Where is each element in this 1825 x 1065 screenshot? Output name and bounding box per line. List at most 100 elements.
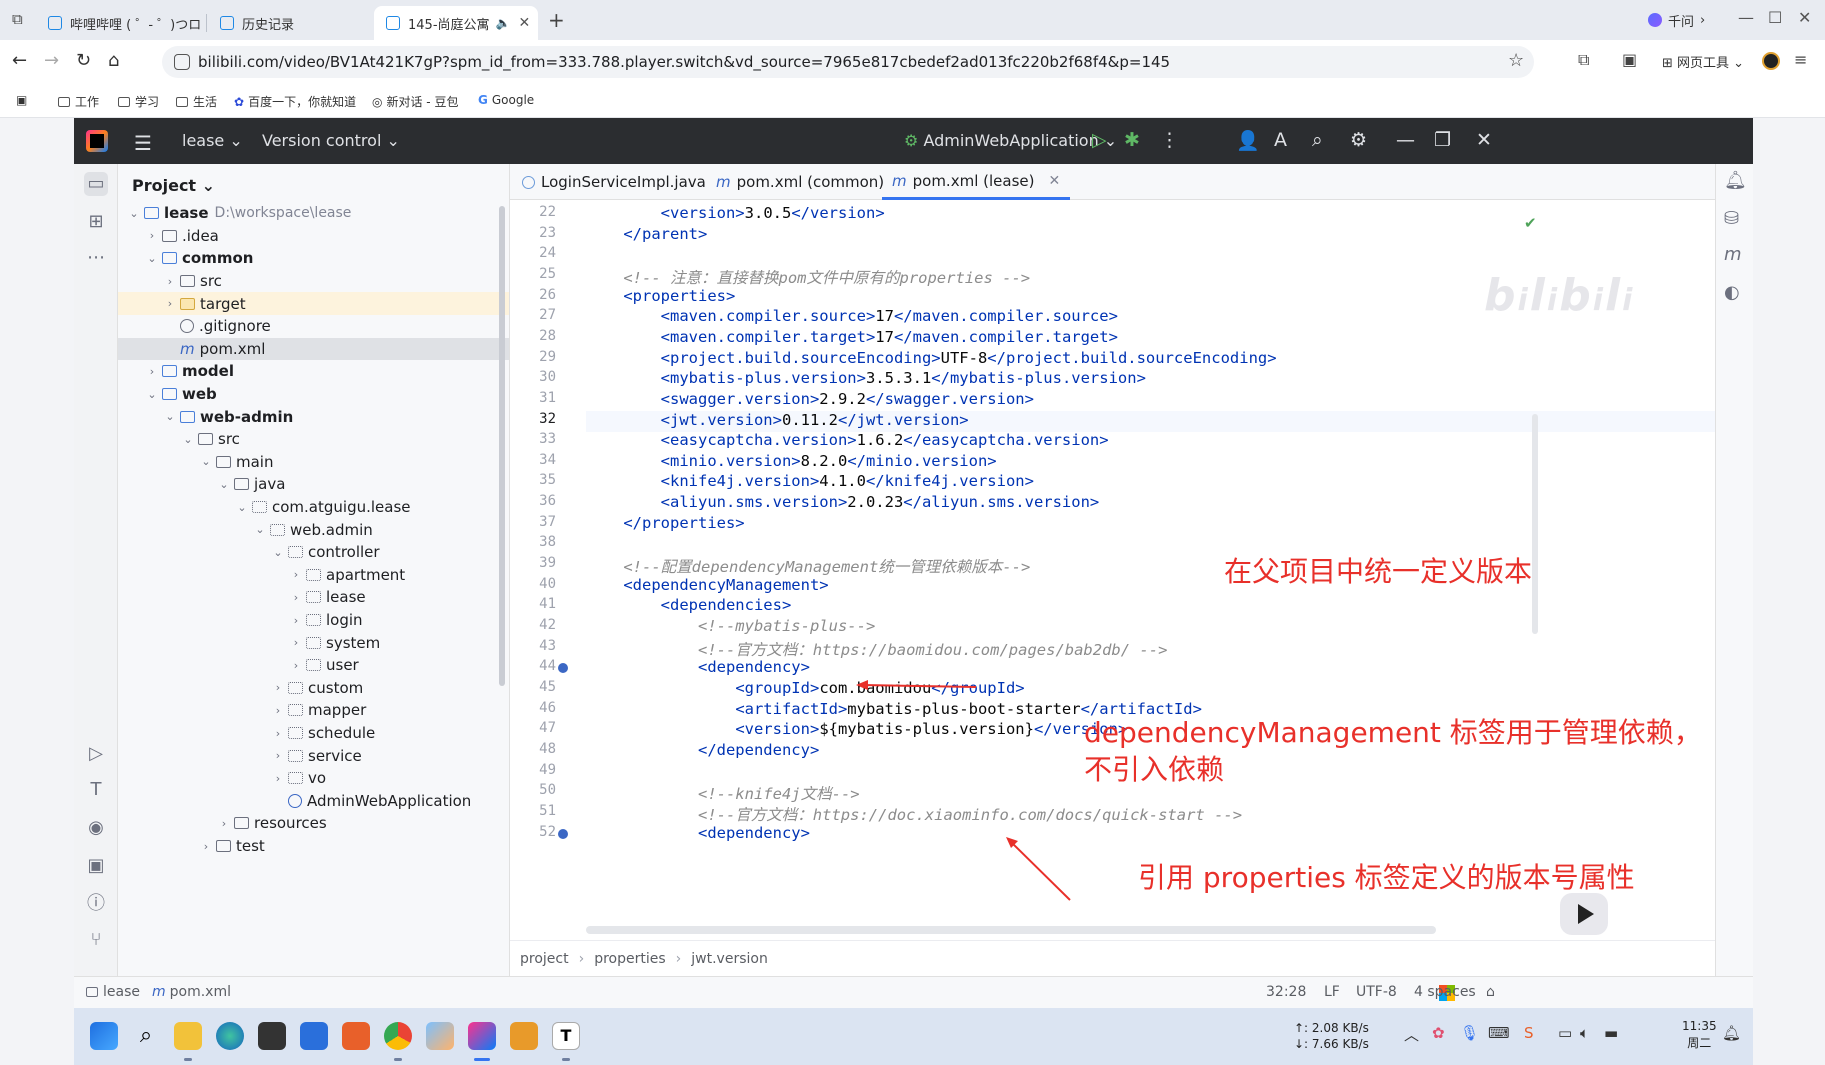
back-arrow-icon[interactable]: ←: [12, 50, 27, 71]
tree-item[interactable]: › model: [118, 360, 509, 383]
maximize-icon[interactable]: ☐: [1768, 8, 1782, 27]
git-tool-icon[interactable]: ⑂: [84, 928, 108, 952]
chevron-right-icon[interactable]: ›: [270, 772, 286, 785]
chevron-down-icon[interactable]: ⌄: [234, 501, 250, 514]
run-icon[interactable]: ▷: [1092, 129, 1107, 151]
code-line[interactable]: <!--mybatis-plus-->: [586, 617, 875, 638]
problems-tool-icon[interactable]: ⓘ: [84, 892, 108, 916]
ubuntu-app-icon[interactable]: [342, 1022, 370, 1050]
url-input[interactable]: bilibili.com/video/BV1At421K7gP?spm_id_f…: [162, 46, 1534, 78]
chevron-down-icon[interactable]: ⌄: [198, 455, 214, 468]
tree-item[interactable]: › mapper: [118, 699, 509, 722]
store-icon[interactable]: [300, 1022, 328, 1050]
tree-item[interactable]: ⌄ web-admin: [118, 405, 509, 428]
taskbar-search-icon[interactable]: ⌕: [132, 1022, 160, 1050]
vcs-menu[interactable]: Version control ⌄: [262, 131, 400, 150]
intellij-taskbar-icon[interactable]: [468, 1022, 496, 1050]
code-line[interactable]: <easycaptcha.version>1.6.2</easycaptcha.…: [586, 431, 1109, 452]
chevron-right-icon[interactable]: ›: [270, 704, 286, 717]
code-line[interactable]: </dependency>: [586, 741, 819, 762]
chevron-down-icon[interactable]: ⌄: [144, 252, 160, 265]
code-with-me-icon[interactable]: 👤: [1236, 129, 1260, 152]
tree-item[interactable]: ⌄ main: [118, 451, 509, 474]
breadcrumb-item[interactable]: project: [520, 951, 569, 967]
settings-gear-icon[interactable]: ⚙: [1350, 129, 1367, 151]
chevron-right-icon[interactable]: ›: [288, 659, 304, 672]
code-line[interactable]: <swagger.version>2.9.2</swagger.version>: [586, 390, 1034, 411]
code-line[interactable]: <knife4j.version>4.1.0</knife4j.version>: [586, 472, 1034, 493]
profile-avatar[interactable]: [1762, 52, 1780, 70]
chevron-down-icon[interactable]: ⌄: [180, 433, 196, 446]
code-line[interactable]: <version>3.0.5</version>: [586, 204, 885, 225]
tray-app-s-icon[interactable]: S: [1524, 1024, 1534, 1042]
forward-arrow-icon[interactable]: →: [44, 50, 59, 71]
project-scrollbar[interactable]: [499, 206, 505, 686]
start-icon[interactable]: [90, 1022, 118, 1050]
browser-menu-icon[interactable]: ≡: [1794, 50, 1807, 69]
chevron-right-icon[interactable]: ›: [270, 749, 286, 762]
tree-item[interactable]: › system: [118, 631, 509, 654]
code-line[interactable]: <aliyun.sms.version>2.0.23</aliyun.sms.v…: [586, 493, 1100, 514]
minimize-icon[interactable]: —: [1738, 8, 1754, 27]
tree-item[interactable]: .gitignore: [118, 315, 509, 338]
bookmark-google[interactable]: G Google: [478, 93, 534, 107]
browser-tab-video[interactable]: 145-尚庭公寓 🔈 ✕: [374, 6, 538, 40]
main-menu-icon[interactable]: ☰: [134, 131, 152, 155]
more-tools-icon[interactable]: ⋯: [84, 246, 108, 270]
build-tool-icon[interactable]: T: [84, 778, 108, 802]
qianwen-button[interactable]: 千问 ›: [1640, 9, 1713, 31]
code-line[interactable]: <project.build.sourceEncoding>UTF-8</pro…: [586, 349, 1277, 370]
bookmark-baidu[interactable]: ✿ 百度一下，你就知道: [234, 93, 356, 110]
no-problems-check-icon[interactable]: ✔: [1524, 214, 1537, 232]
code-line[interactable]: <dependencyManagement>: [586, 576, 828, 597]
web-tools-menu[interactable]: ⊞ 网页工具 ⌄: [1662, 52, 1744, 71]
extensions-icon[interactable]: ⧉: [1578, 50, 1589, 70]
maven-tool-icon[interactable]: m: [1724, 244, 1742, 265]
chevron-right-icon[interactable]: ›: [288, 636, 304, 649]
notification-bell-icon[interactable]: 🔔︎: [1722, 1024, 1741, 1042]
tree-item[interactable]: ⌄ com.atguigu.lease: [118, 496, 509, 519]
speaker-icon[interactable]: 🔈: [496, 16, 511, 30]
tray-overflow-icon[interactable]: ︿: [1404, 1024, 1419, 1045]
ide-close-icon[interactable]: ✕: [1476, 129, 1492, 151]
breadcrumb-item[interactable]: properties: [594, 951, 665, 967]
file-encoding[interactable]: UTF-8: [1356, 984, 1397, 1000]
code-line[interactable]: <!-- 注意：直接替换pom文件中原有的properties -->: [586, 266, 1030, 287]
tree-item[interactable]: ⌄ web.admin: [118, 518, 509, 541]
code-line[interactable]: </properties>: [586, 514, 744, 535]
microphone-icon[interactable]: 🎙︎: [1460, 1024, 1479, 1042]
reload-icon[interactable]: ↻: [76, 50, 91, 71]
code-line[interactable]: </parent>: [586, 225, 707, 246]
chevron-down-icon[interactable]: ⌄: [252, 523, 268, 536]
code-line[interactable]: <maven.compiler.target>17</maven.compile…: [586, 328, 1118, 349]
code-line[interactable]: <maven.compiler.source>17</maven.compile…: [586, 307, 1118, 328]
tab-search-icon[interactable]: ⧉: [12, 10, 23, 28]
chevron-right-icon[interactable]: ›: [288, 614, 304, 627]
editor-tab-pom-common[interactable]: m pom.xml (common): [716, 164, 884, 200]
chevron-right-icon[interactable]: ›: [288, 568, 304, 581]
code-line[interactable]: <dependencies>: [586, 596, 792, 617]
tree-item[interactable]: › test: [118, 835, 509, 858]
site-info-icon[interactable]: [174, 54, 190, 70]
code-line[interactable]: <!--配置dependencyManagement统一管理依赖版本-->: [586, 555, 1030, 576]
taskbar-clock[interactable]: 11:35 周二: [1682, 1018, 1717, 1052]
gutter-marker-icon[interactable]: [558, 828, 568, 839]
tree-item[interactable]: › apartment: [118, 564, 509, 587]
status-path[interactable]: lease m pom.xml: [86, 984, 231, 1000]
chevron-down-icon[interactable]: ⌄: [270, 546, 286, 559]
editor-vertical-scrollbar[interactable]: [1532, 414, 1538, 634]
run-tool-icon[interactable]: ▷: [84, 742, 108, 766]
new-tab-button[interactable]: +: [548, 8, 565, 32]
breadcrumb-item[interactable]: jwt.version: [691, 951, 768, 967]
tree-item[interactable]: ⌄ common: [118, 247, 509, 270]
caret-position[interactable]: 32:28: [1266, 984, 1306, 1000]
tree-item[interactable]: m pom.xml: [118, 337, 509, 361]
chrome-icon[interactable]: [384, 1022, 412, 1050]
translate-icon[interactable]: A: [1274, 129, 1287, 151]
tree-item[interactable]: ⌄ controller: [118, 541, 509, 564]
tray-app-icon[interactable]: ✿: [1432, 1024, 1445, 1042]
services-tool-icon[interactable]: ◉: [84, 816, 108, 840]
code-line[interactable]: <!--官方文档：https://baomidou.com/pages/bab2…: [586, 638, 1167, 659]
tree-item[interactable]: ⌄ src: [118, 428, 509, 451]
bookmark-folder-life[interactable]: 生活: [176, 93, 217, 110]
